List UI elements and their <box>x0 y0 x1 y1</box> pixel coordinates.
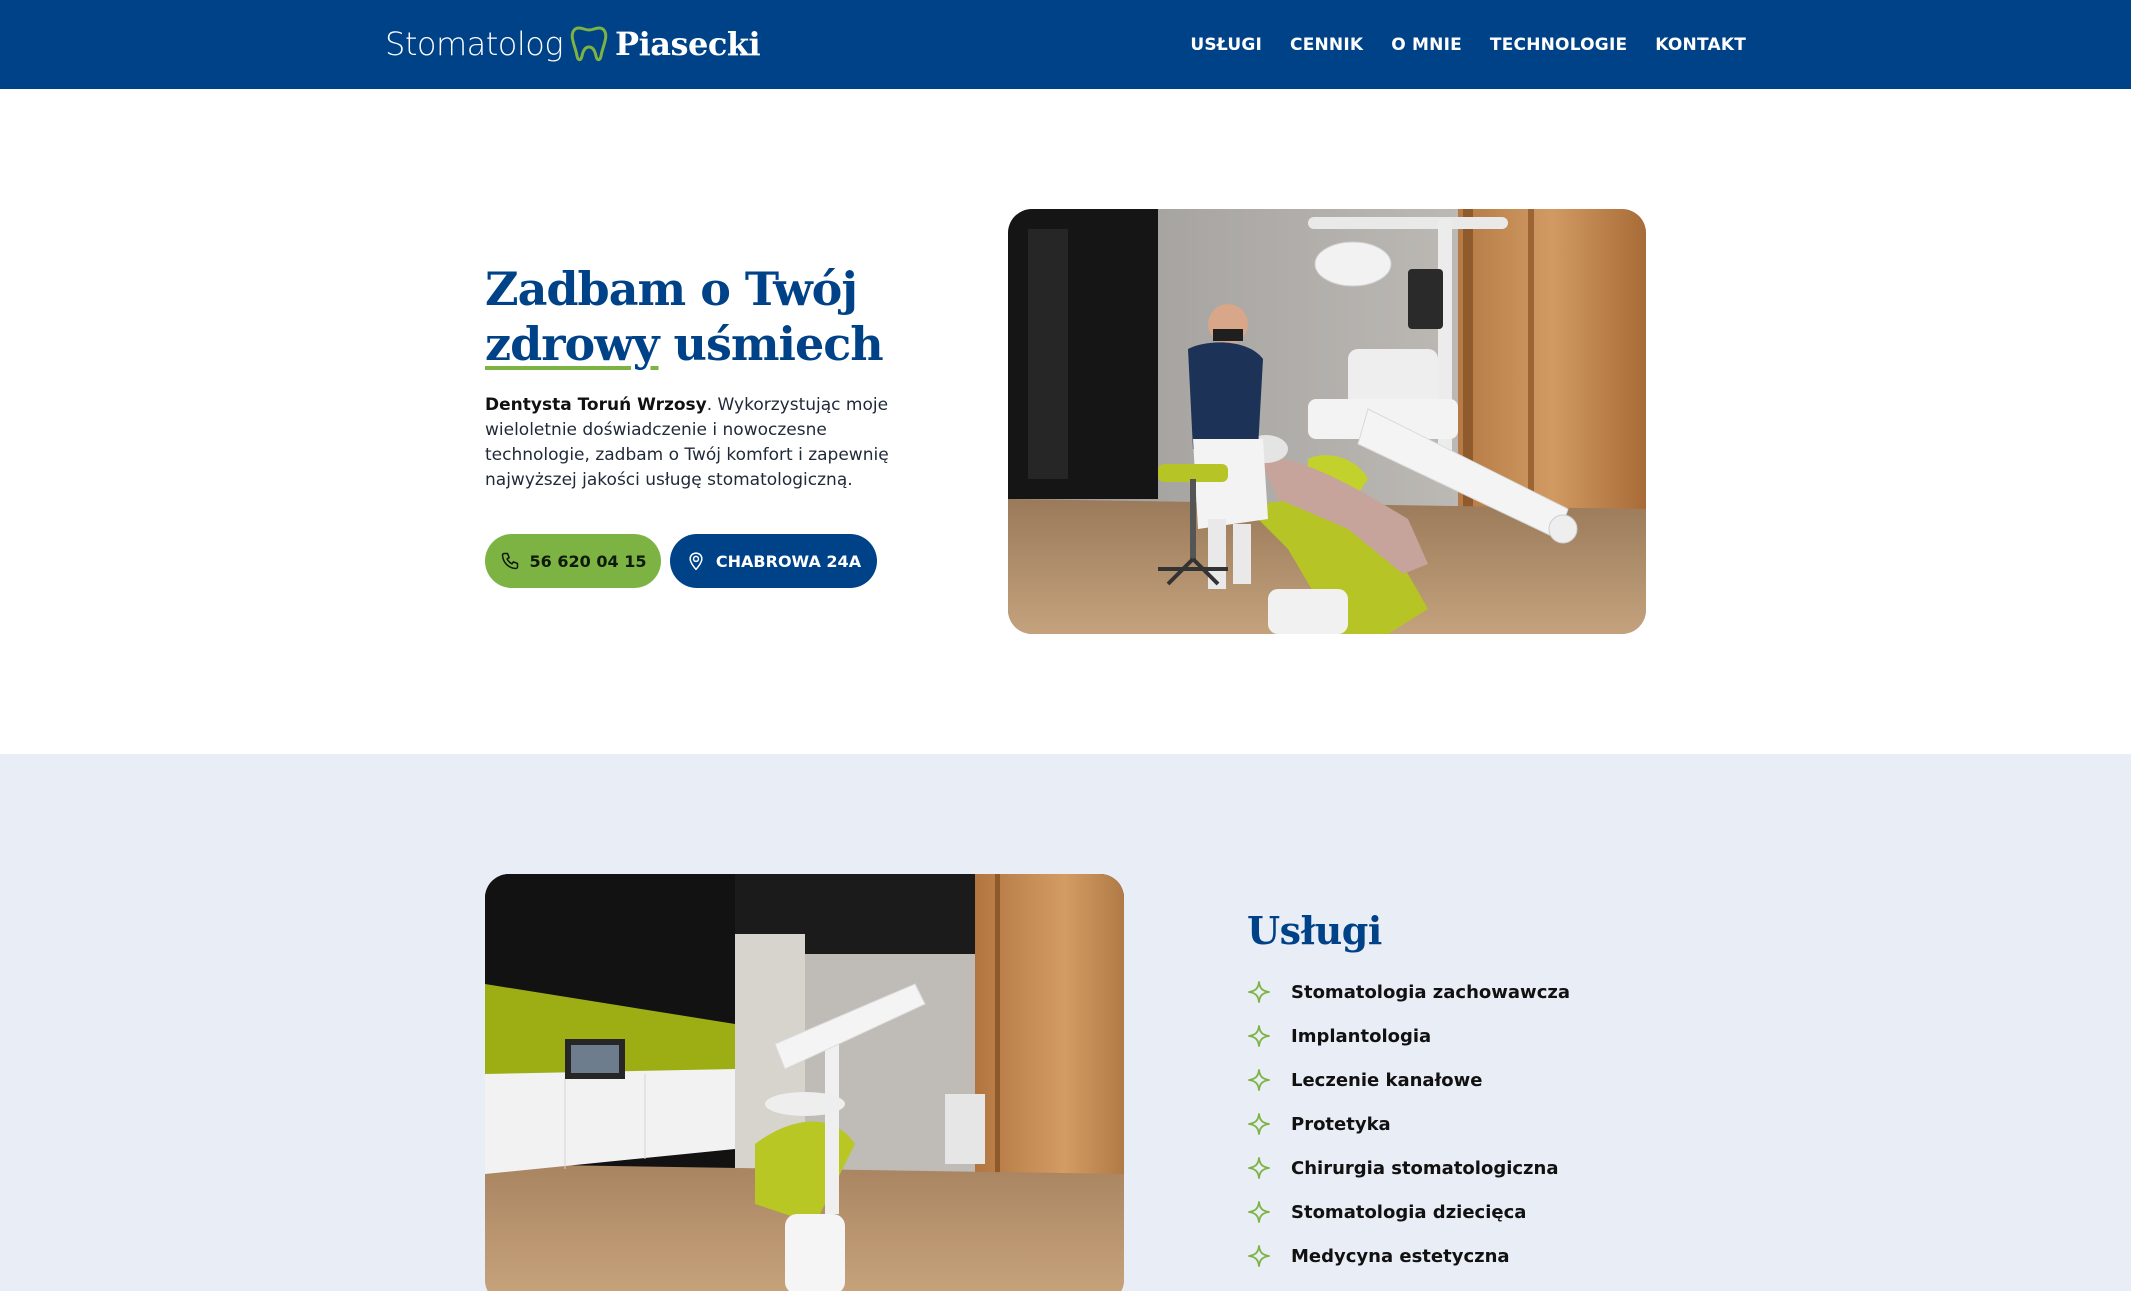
sparkle-icon <box>1248 1157 1270 1179</box>
hero-title-underlined: zdrowy <box>485 317 660 371</box>
logo-text-light: Stomatolog <box>385 25 564 63</box>
hero-description: Dentysta Toruń Wrzosy. Wykorzystując moj… <box>485 393 905 493</box>
map-pin-icon <box>689 552 703 571</box>
service-item-label: Leczenie kanałowe <box>1291 1069 1483 1091</box>
sparkle-icon <box>1248 1201 1270 1223</box>
sparkle-icon <box>1248 981 1270 1003</box>
hero-description-bold: Dentysta Toruń Wrzosy <box>485 395 707 415</box>
services-title: Usługi <box>1247 908 1382 953</box>
site-logo[interactable]: Stomatolog Piasecki <box>385 22 761 66</box>
service-item: Leczenie kanałowe <box>1247 1058 1570 1102</box>
phone-button[interactable]: 56 620 04 15 <box>485 534 661 588</box>
sparkle-icon <box>1248 1245 1270 1267</box>
phone-icon <box>501 552 518 570</box>
service-item: Chirurgia stomatologiczna <box>1247 1146 1570 1190</box>
service-item: Stomatologia zachowawcza <box>1247 970 1570 1014</box>
hero-title-line1: Zadbam o Twój <box>485 262 858 316</box>
services-list: Stomatologia zachowawcza Implantologia L… <box>1247 970 1570 1278</box>
nav-item-uslugi[interactable]: USŁUGI <box>1190 35 1262 55</box>
main-nav: USŁUGI CENNIK O MNIE TECHNOLOGIE KONTAKT <box>1190 0 1746 89</box>
nav-item-o-mnie[interactable]: O MNIE <box>1391 35 1462 55</box>
hero-title: Zadbam o Twój zdrowy uśmiech <box>485 262 925 372</box>
service-item: Implantologia <box>1247 1014 1570 1058</box>
service-item-label: Chirurgia stomatologiczna <box>1291 1157 1559 1179</box>
nav-item-kontakt[interactable]: KONTAKT <box>1655 35 1746 55</box>
nav-item-cennik[interactable]: CENNIK <box>1290 35 1363 55</box>
sparkle-icon <box>1248 1113 1270 1135</box>
service-item: Medycyna estetyczna <box>1247 1234 1570 1278</box>
address-button[interactable]: CHABROWA 24A <box>670 534 877 588</box>
hero-photo-dentist <box>1008 209 1646 634</box>
service-item-label: Stomatologia zachowawcza <box>1291 981 1570 1003</box>
clinic-room-photo <box>485 874 1124 1291</box>
service-item-label: Protetyka <box>1291 1113 1391 1135</box>
phone-button-label: 56 620 04 15 <box>529 551 647 571</box>
site-header: Stomatolog Piasecki USŁUGI CENNIK O MNIE… <box>0 0 2131 89</box>
service-item-label: Medycyna estetyczna <box>1291 1245 1510 1267</box>
tooth-icon <box>570 26 608 62</box>
sparkle-icon <box>1248 1025 1270 1047</box>
service-item-label: Stomatologia dziecięca <box>1291 1201 1527 1223</box>
nav-item-technologie[interactable]: TECHNOLOGIE <box>1490 35 1627 55</box>
service-item: Stomatologia dziecięca <box>1247 1190 1570 1234</box>
address-button-label: CHABROWA 24A <box>715 551 862 571</box>
sparkle-icon <box>1248 1069 1270 1091</box>
hero-title-rest: uśmiech <box>658 317 884 371</box>
logo-text-bold: Piasecki <box>615 25 761 63</box>
service-item: Protetyka <box>1247 1102 1570 1146</box>
service-item-label: Implantologia <box>1291 1025 1432 1047</box>
